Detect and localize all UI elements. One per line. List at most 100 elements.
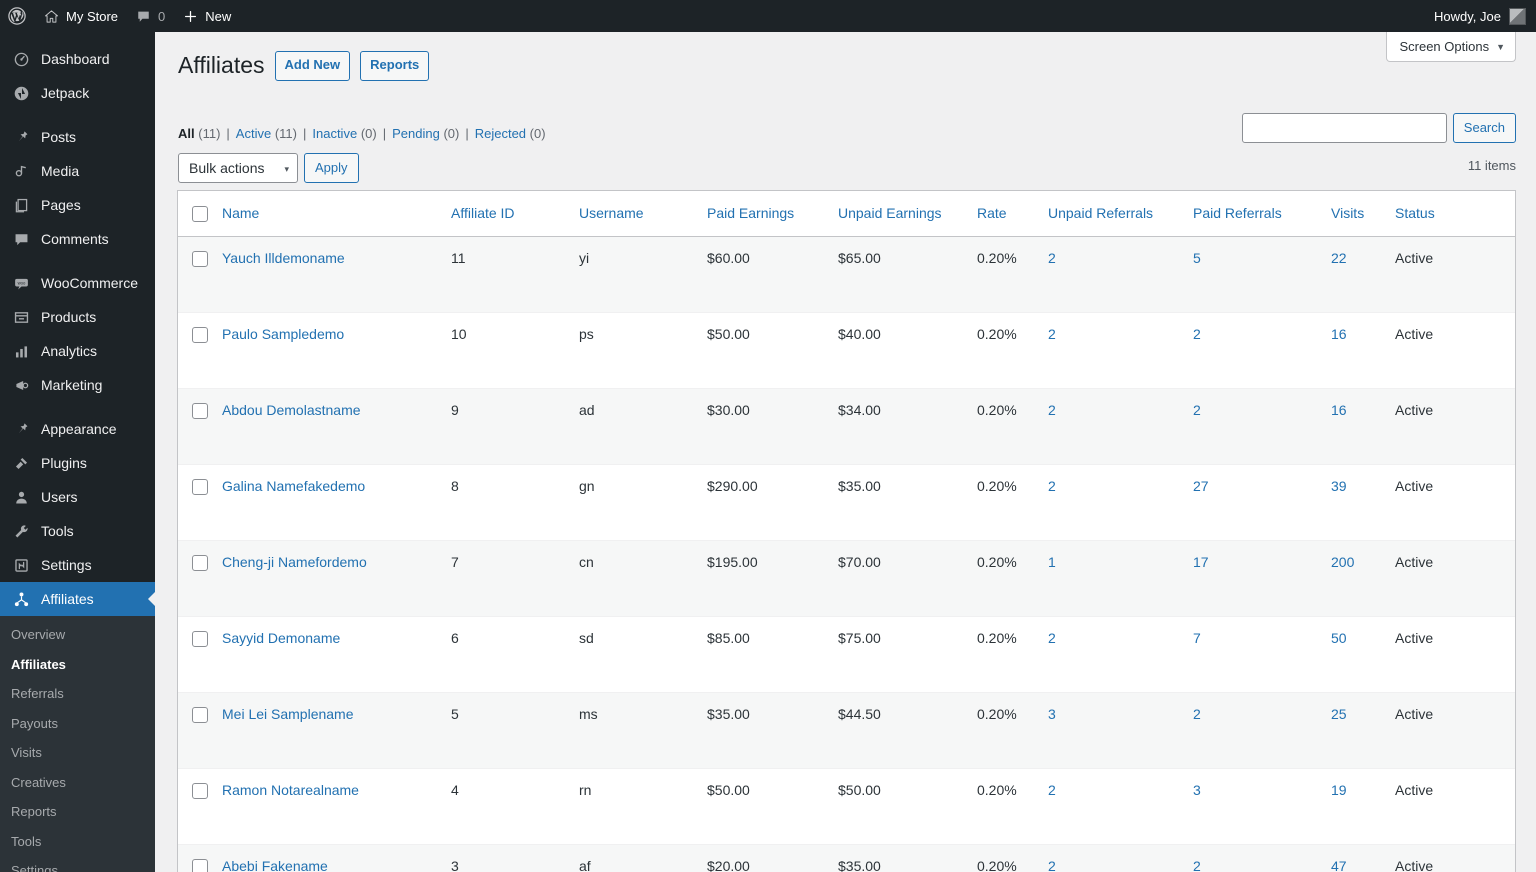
bulk-actions-select[interactable]: Bulk actions (178, 153, 298, 183)
screen-options-toggle[interactable]: Screen Options ▼ (1386, 32, 1516, 62)
sidebar-item-jetpack[interactable]: Jetpack (0, 76, 155, 110)
apply-button[interactable]: Apply (304, 153, 359, 183)
visits-value[interactable]: 22 (1331, 250, 1347, 266)
filter-link-label[interactable]: Active (236, 126, 271, 141)
sidebar-item-woocommerce[interactable]: woo WooCommerce (0, 266, 155, 300)
sidebar-item-products[interactable]: Products (0, 300, 155, 334)
row-checkbox[interactable] (192, 706, 208, 723)
visits-value[interactable]: 16 (1331, 326, 1347, 342)
submenu-item-visits[interactable]: Visits (0, 738, 155, 768)
sidebar-item-comments[interactable]: Comments (0, 222, 155, 256)
submenu-item-settings[interactable]: Settings (0, 856, 155, 872)
paid-referrals-value[interactable]: 5 (1193, 250, 1201, 266)
sidebar-item-appearance[interactable]: Appearance (0, 412, 155, 446)
filter-link-pending[interactable]: Pending (0) (392, 126, 459, 141)
paid-referrals-value[interactable]: 2 (1193, 858, 1201, 872)
affiliate-name-value[interactable]: Ramon Notarealname (222, 782, 359, 798)
paid-referrals-value[interactable]: 2 (1193, 326, 1201, 342)
select-all-checkbox[interactable] (192, 205, 208, 222)
paid-referrals-value[interactable]: 27 (1193, 478, 1209, 494)
sidebar-item-affiliates[interactable]: Affiliates (0, 582, 155, 616)
unpaid-referrals-value[interactable]: 2 (1048, 782, 1056, 798)
new-content-button[interactable]: New (174, 0, 240, 32)
paid-referrals-value[interactable]: 17 (1193, 554, 1209, 570)
row-checkbox[interactable] (192, 250, 208, 267)
visits-value[interactable]: 200 (1331, 554, 1354, 570)
filter-link-label[interactable]: Inactive (312, 126, 357, 141)
filter-link-active[interactable]: Active (11) (236, 126, 297, 141)
column-header-status[interactable]: Status (1395, 191, 1515, 237)
submenu-item-overview[interactable]: Overview (0, 620, 155, 650)
site-name-button[interactable]: My Store (35, 0, 127, 32)
sidebar-item-plugins[interactable]: Plugins (0, 446, 155, 480)
paid-referrals-value[interactable]: 3 (1193, 782, 1201, 798)
visits-value[interactable]: 50 (1331, 630, 1347, 646)
column-header-username[interactable]: Username (579, 191, 707, 237)
affiliate-name-value[interactable]: Abebi Fakename (222, 858, 328, 872)
row-checkbox[interactable] (192, 326, 208, 343)
sidebar-item-analytics[interactable]: Analytics (0, 334, 155, 368)
add-new-button[interactable]: Add New (274, 51, 351, 81)
column-header-paid-referrals[interactable]: Paid Referrals (1193, 191, 1331, 237)
sidebar-item-pages[interactable]: Pages (0, 188, 155, 222)
column-header-rate[interactable]: Rate (977, 191, 1048, 237)
column-header-paid-earnings[interactable]: Paid Earnings (707, 191, 838, 237)
row-checkbox[interactable] (192, 554, 208, 571)
row-checkbox[interactable] (192, 858, 208, 872)
sidebar-item-tools[interactable]: Tools (0, 514, 155, 548)
submenu-item-payouts[interactable]: Payouts (0, 709, 155, 739)
column-header-affiliate-id[interactable]: Affiliate ID (451, 191, 579, 237)
column-header-name[interactable]: Name (222, 191, 451, 237)
unpaid-referrals-value[interactable]: 2 (1048, 402, 1056, 418)
submenu-item-creatives[interactable]: Creatives (0, 768, 155, 798)
submenu-item-referrals[interactable]: Referrals (0, 679, 155, 709)
comments-bubble-button[interactable]: 0 (127, 0, 174, 32)
visits-value[interactable]: 39 (1331, 478, 1347, 494)
unpaid-referrals-value[interactable]: 2 (1048, 630, 1056, 646)
column-header-unpaid-earnings[interactable]: Unpaid Earnings (838, 191, 977, 237)
sidebar-item-posts[interactable]: Posts (0, 120, 155, 154)
sidebar-item-users[interactable]: Users (0, 480, 155, 514)
paid-referrals-value[interactable]: 2 (1193, 706, 1201, 722)
sidebar-item-settings[interactable]: Settings (0, 548, 155, 582)
search-button[interactable]: Search (1452, 113, 1516, 143)
column-header-unpaid-referrals[interactable]: Unpaid Referrals (1048, 191, 1193, 237)
sidebar-item-media[interactable]: Media (0, 154, 155, 188)
affiliate-name-value[interactable]: Galina Namefakedemo (222, 478, 365, 494)
paid-referrals-value[interactable]: 2 (1193, 402, 1201, 418)
visits-value[interactable]: 16 (1331, 402, 1347, 418)
sidebar-item-dashboard[interactable]: Dashboard (0, 42, 155, 76)
submenu-item-reports[interactable]: Reports (0, 797, 155, 827)
wordpress-logo-button[interactable] (0, 0, 35, 32)
unpaid-referrals-value[interactable]: 2 (1048, 858, 1056, 872)
affiliate-name-value[interactable]: Cheng-ji Namefordemo (222, 554, 367, 570)
column-header-visits[interactable]: Visits (1331, 191, 1395, 237)
visits-value[interactable]: 47 (1331, 858, 1347, 872)
row-checkbox[interactable] (192, 782, 208, 799)
howdy-label[interactable]: Howdy, Joe (1434, 9, 1501, 24)
unpaid-referrals-value[interactable]: 1 (1048, 554, 1056, 570)
filter-link-label[interactable]: Rejected (475, 126, 526, 141)
visits-value[interactable]: 19 (1331, 782, 1347, 798)
row-checkbox[interactable] (192, 402, 208, 419)
avatar[interactable] (1509, 7, 1526, 25)
search-input[interactable] (1241, 113, 1447, 143)
unpaid-referrals-value[interactable]: 2 (1048, 326, 1056, 342)
unpaid-referrals-value[interactable]: 2 (1048, 250, 1056, 266)
row-checkbox[interactable] (192, 478, 208, 495)
filter-link-inactive[interactable]: Inactive (0) (312, 126, 376, 141)
filter-link-all[interactable]: All (11) (178, 126, 220, 141)
affiliate-name-value[interactable]: Paulo Sampledemo (222, 326, 344, 342)
visits-value[interactable]: 25 (1331, 706, 1347, 722)
reports-button[interactable]: Reports (360, 51, 430, 81)
paid-referrals-value[interactable]: 7 (1193, 630, 1201, 646)
filter-link-label[interactable]: Pending (392, 126, 440, 141)
submenu-item-affiliates[interactable]: Affiliates (0, 650, 155, 680)
sidebar-item-marketing[interactable]: Marketing (0, 368, 155, 402)
affiliate-name-value[interactable]: Abdou Demolastname (222, 402, 361, 418)
affiliate-name-value[interactable]: Sayyid Demoname (222, 630, 340, 646)
submenu-item-tools[interactable]: Tools (0, 827, 155, 857)
affiliate-name-value[interactable]: Mei Lei Samplename (222, 706, 354, 722)
unpaid-referrals-value[interactable]: 3 (1048, 706, 1056, 722)
filter-link-rejected[interactable]: Rejected (0) (475, 126, 546, 141)
